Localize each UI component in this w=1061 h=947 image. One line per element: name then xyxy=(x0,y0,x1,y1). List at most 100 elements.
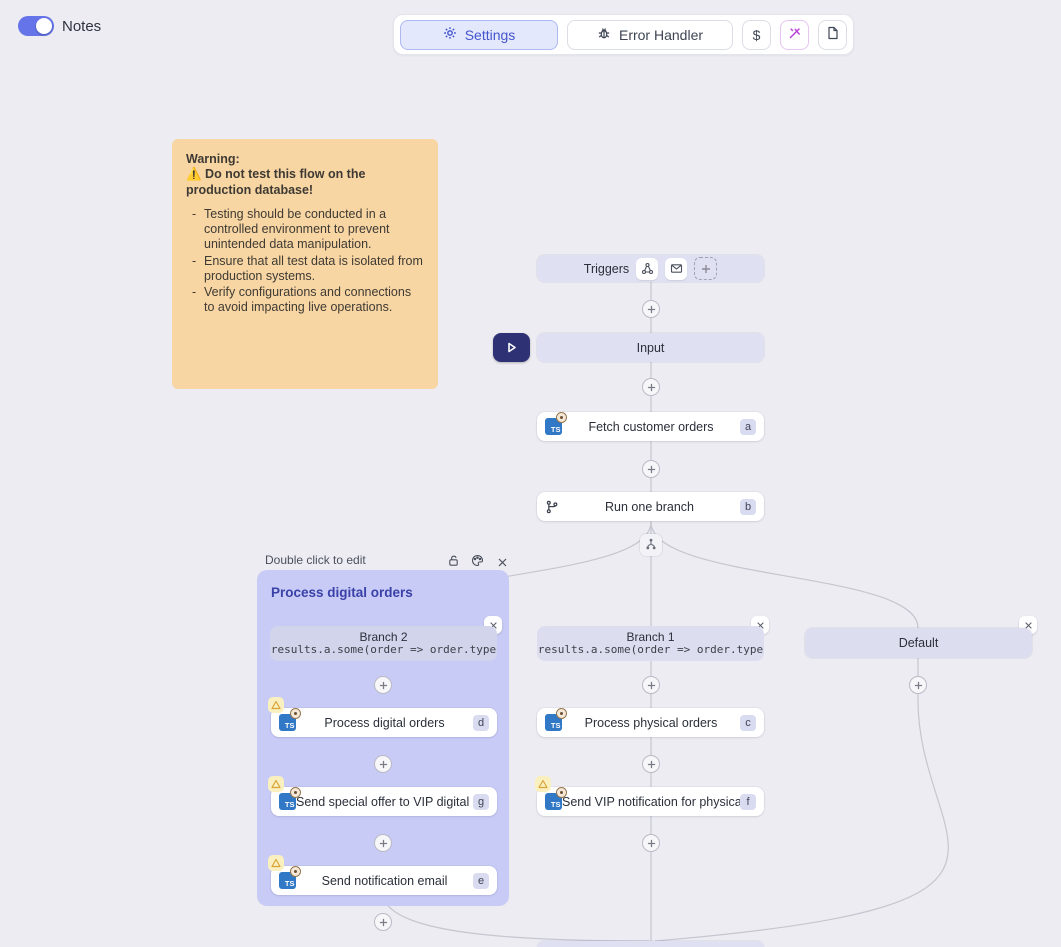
add-trigger-button[interactable] xyxy=(694,257,717,280)
run-flow-button[interactable] xyxy=(493,333,530,362)
default-branch-node[interactable]: Default xyxy=(805,628,1032,658)
add-node-button[interactable] xyxy=(374,755,392,773)
add-node-button[interactable] xyxy=(374,913,392,931)
input-node-label: Input xyxy=(637,341,665,355)
node-type-badge xyxy=(556,412,567,423)
settings-button-label: Settings xyxy=(465,27,516,43)
currency-button[interactable]: $ xyxy=(742,20,771,50)
merge-node[interactable] xyxy=(537,941,764,947)
node-key-badge: c xyxy=(740,715,756,731)
node-key-badge: b xyxy=(740,499,756,515)
triggers-label: Triggers xyxy=(584,262,629,276)
ai-wand-button[interactable] xyxy=(780,20,809,50)
plus-icon xyxy=(647,760,656,769)
play-icon xyxy=(505,341,518,354)
magic-wand-icon xyxy=(788,26,802,43)
branch2-node[interactable]: Branch 2 results.a.some(order => order.t… xyxy=(270,626,497,661)
default-branch-label: Default xyxy=(899,636,939,650)
node-send-notification-email[interactable]: TS Send notification email e xyxy=(271,866,497,895)
input-node[interactable]: Input xyxy=(537,333,764,362)
group-title: Process digital orders xyxy=(271,585,413,600)
node-label: Send special offer to VIP digital c... xyxy=(296,795,473,809)
node-send-special-offer[interactable]: TS Send special offer to VIP digital c..… xyxy=(271,787,497,816)
webhook-trigger-button[interactable] xyxy=(636,258,658,280)
webhook-icon xyxy=(641,262,654,275)
warning-triangle-icon xyxy=(271,858,281,868)
plus-icon xyxy=(647,681,656,690)
settings-button[interactable]: Settings xyxy=(400,20,558,50)
note-alert-line: ⚠️ Do not test this flow on the producti… xyxy=(186,167,424,198)
document-button[interactable] xyxy=(818,20,847,50)
note-title: Warning: xyxy=(186,152,424,167)
branch-split-marker[interactable] xyxy=(640,534,662,556)
warning-sticky-note[interactable]: Warning: ⚠️ Do not test this flow on the… xyxy=(172,139,438,389)
warning-badge[interactable] xyxy=(268,776,284,792)
bug-icon xyxy=(597,26,611,43)
add-node-button[interactable] xyxy=(374,676,392,694)
branch1-condition-code: results.a.some(order => order.type xyxy=(537,644,764,657)
branch1-node[interactable]: Branch 1 results.a.some(order => order.t… xyxy=(537,626,764,661)
node-type-badge xyxy=(556,708,567,719)
plus-icon xyxy=(647,839,656,848)
plus-icon xyxy=(379,760,388,769)
typescript-icon: TS xyxy=(545,793,562,810)
split-icon xyxy=(644,538,658,552)
node-label: Process physical orders xyxy=(562,716,740,730)
warning-badge[interactable] xyxy=(535,776,551,792)
add-node-button[interactable] xyxy=(642,834,660,852)
add-node-button[interactable] xyxy=(642,676,660,694)
warning-badge[interactable] xyxy=(268,855,284,871)
toggle-knob xyxy=(36,18,52,34)
branch2-condition-code: results.a.some(order => order.type xyxy=(270,644,497,657)
plus-icon xyxy=(647,305,656,314)
add-node-button[interactable] xyxy=(642,300,660,318)
node-label: Send VIP notification for physical... xyxy=(562,795,740,809)
node-process-physical-orders[interactable]: TS Process physical orders c xyxy=(537,708,764,737)
warning-badge[interactable] xyxy=(268,697,284,713)
node-key-badge: e xyxy=(473,873,489,889)
node-type-badge xyxy=(556,787,567,798)
notes-toggle[interactable] xyxy=(18,16,54,36)
node-label: Send notification email xyxy=(296,874,473,888)
close-group-icon[interactable] xyxy=(497,555,508,573)
node-process-digital-orders[interactable]: TS Process digital orders d xyxy=(271,708,497,737)
file-icon xyxy=(826,26,839,43)
add-node-button[interactable] xyxy=(642,378,660,396)
triggers-node[interactable]: Triggers xyxy=(537,255,764,282)
typescript-icon: TS xyxy=(545,714,562,731)
email-trigger-button[interactable] xyxy=(665,258,687,280)
group-process-digital-orders[interactable] xyxy=(257,570,509,906)
add-node-button[interactable] xyxy=(909,676,927,694)
node-key-badge: g xyxy=(473,794,489,810)
plus-icon xyxy=(379,681,388,690)
notes-toggle-label: Notes xyxy=(62,18,101,35)
typescript-icon: TS xyxy=(279,714,296,731)
mail-icon xyxy=(670,262,683,275)
node-fetch-customer-orders[interactable]: TS Fetch customer orders a xyxy=(537,412,764,441)
add-node-button[interactable] xyxy=(642,460,660,478)
plus-icon xyxy=(914,681,923,690)
plus-icon xyxy=(379,839,388,848)
add-node-button[interactable] xyxy=(642,755,660,773)
flow-canvas[interactable]: Notes Settings Error Handler $ xyxy=(0,0,1061,947)
node-key-badge: d xyxy=(473,715,489,731)
canvas-toolbar: Settings Error Handler $ xyxy=(393,14,854,55)
node-label: Process digital orders xyxy=(296,716,473,730)
node-send-vip-notification[interactable]: TS Send VIP notification for physical...… xyxy=(537,787,764,816)
branch2-title: Branch 2 xyxy=(359,630,407,644)
warning-triangle-icon xyxy=(271,779,281,789)
node-run-one-branch[interactable]: Run one branch b xyxy=(537,492,764,521)
node-type-badge xyxy=(290,787,301,798)
node-label: Run one branch xyxy=(559,500,740,514)
gear-icon xyxy=(443,26,457,43)
error-handler-button[interactable]: Error Handler xyxy=(567,20,733,50)
node-key-badge: f xyxy=(740,794,756,810)
plus-icon xyxy=(647,465,656,474)
typescript-icon: TS xyxy=(279,872,296,889)
unlock-icon[interactable] xyxy=(447,554,460,572)
add-node-button[interactable] xyxy=(374,834,392,852)
palette-icon[interactable] xyxy=(471,554,484,572)
plus-icon xyxy=(701,264,711,274)
node-type-badge xyxy=(290,866,301,877)
note-bullet-list: Testing should be conducted in a control… xyxy=(192,207,424,316)
